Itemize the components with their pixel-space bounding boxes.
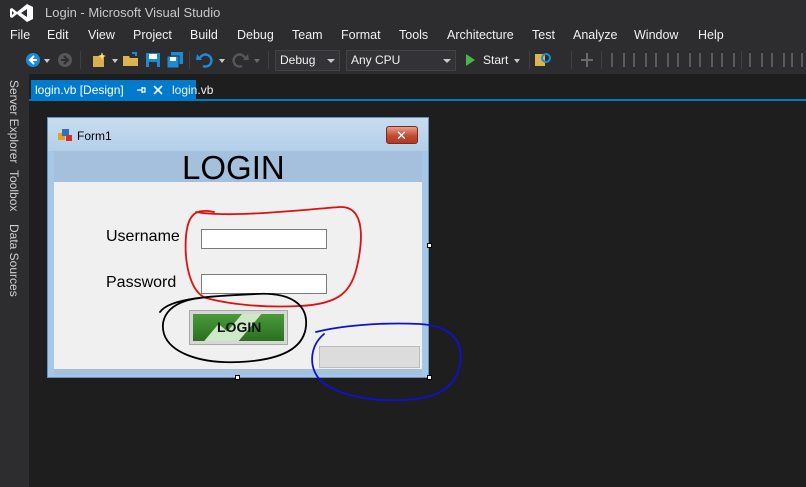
toolbar-separator: [571, 51, 572, 69]
toolbar-separator: [741, 51, 742, 69]
toolbar-separator: [189, 51, 190, 69]
form-title-bar: Form1 ✕: [48, 118, 428, 151]
toolbar-separator: [601, 51, 602, 69]
menu-team[interactable]: Team: [292, 28, 323, 42]
solution-configuration-value: Debug: [280, 53, 316, 67]
password-field[interactable]: [201, 274, 327, 294]
forward-icon[interactable]: [56, 51, 74, 69]
form-close-button[interactable]: ✕: [386, 126, 418, 144]
play-icon: [466, 54, 475, 66]
align-bottom-icon[interactable]: [721, 53, 735, 67]
open-file-icon[interactable]: [122, 51, 140, 69]
undo-icon[interactable]: [196, 51, 214, 69]
chevron-down-icon: [443, 59, 451, 63]
redo-dropdown-icon[interactable]: [254, 59, 260, 63]
visual-studio-logo-icon: [10, 4, 33, 22]
resize-handle-right[interactable]: [427, 243, 432, 248]
form-app-icon: [58, 129, 72, 141]
resize-handle-corner[interactable]: [427, 375, 432, 380]
login-button-label: LOGIN: [217, 319, 262, 335]
unassigned-textbox[interactable]: [319, 346, 420, 368]
solution-configuration-select[interactable]: Debug: [275, 50, 340, 71]
menu-bar: File Edit View Project Build Debug Team …: [0, 26, 806, 46]
toolbar-separator: [268, 51, 269, 69]
menu-test[interactable]: Test: [532, 28, 555, 42]
pin-icon[interactable]: [135, 84, 147, 96]
new-project-icon[interactable]: [90, 51, 108, 69]
menu-project[interactable]: Project: [133, 28, 172, 42]
login-button[interactable]: LOGIN: [189, 310, 288, 345]
new-dropdown-icon[interactable]: [112, 59, 118, 63]
username-field[interactable]: [201, 229, 327, 249]
resize-handle-bottom[interactable]: [235, 375, 240, 380]
side-tab-data-sources[interactable]: Data Sources: [7, 224, 21, 297]
tab-strip-underline: [29, 99, 806, 101]
form1-window[interactable]: Form1 ✕ LOGIN Username Password LOGIN: [47, 117, 429, 378]
solution-platform-select[interactable]: Any CPU: [346, 50, 456, 71]
close-icon: ✕: [396, 128, 407, 143]
title-bar: Login - Microsoft Visual Studio: [0, 0, 806, 26]
form-client-area: LOGIN Username Password LOGIN: [54, 149, 422, 369]
find-in-files-icon[interactable]: [534, 51, 552, 69]
make-same-width-icon[interactable]: [749, 53, 763, 67]
menu-tools[interactable]: Tools: [399, 28, 428, 42]
form-title: Form1: [77, 129, 112, 143]
align-middle-icon[interactable]: [699, 53, 713, 67]
chevron-down-icon: [514, 59, 520, 63]
menu-file[interactable]: File: [10, 28, 30, 42]
redo-icon[interactable]: [231, 51, 249, 69]
make-same-height-icon[interactable]: [771, 53, 785, 67]
login-button-face: LOGIN: [193, 314, 284, 341]
menu-window[interactable]: Window: [634, 28, 678, 42]
close-icon[interactable]: [151, 83, 165, 97]
align-center-icon[interactable]: [633, 53, 647, 67]
align-grid-icon[interactable]: [578, 51, 596, 69]
save-all-icon[interactable]: [166, 51, 184, 69]
side-tab-server-explorer[interactable]: Server Explorer: [7, 80, 21, 163]
password-label: Password: [106, 274, 177, 291]
menu-build[interactable]: Build: [190, 28, 218, 42]
back-dropdown-icon[interactable]: [44, 59, 50, 63]
align-right-icon[interactable]: [655, 53, 669, 67]
login-heading: LOGIN: [182, 149, 285, 186]
start-debugging-button[interactable]: Start: [462, 51, 526, 70]
undo-dropdown-icon[interactable]: [219, 59, 225, 63]
toolbar-separator: [529, 51, 530, 69]
menu-format[interactable]: Format: [341, 28, 381, 42]
align-top-icon[interactable]: [677, 53, 691, 67]
save-icon[interactable]: [144, 51, 162, 69]
tab-login-vb[interactable]: login.vb: [172, 83, 213, 97]
document-tab-strip: login.vb [Design] login.vb: [29, 80, 806, 101]
standard-toolbar: Debug Any CPU Start: [0, 46, 806, 74]
window-title: Login - Microsoft Visual Studio: [45, 5, 221, 20]
side-tab-toolbox[interactable]: Toolbox: [7, 170, 21, 211]
make-same-size-icon[interactable]: [791, 53, 803, 67]
back-icon[interactable]: [24, 51, 42, 69]
menu-edit[interactable]: Edit: [47, 28, 69, 42]
side-tool-window-bar: Server Explorer Toolbox Data Sources: [0, 74, 29, 487]
menu-view[interactable]: View: [88, 28, 115, 42]
chevron-down-icon: [327, 59, 335, 63]
menu-debug[interactable]: Debug: [237, 28, 274, 42]
header-panel: LOGIN: [54, 149, 422, 186]
solution-platform-value: Any CPU: [351, 53, 401, 67]
menu-help[interactable]: Help: [698, 28, 724, 42]
align-left-icon[interactable]: [611, 53, 625, 67]
tab-label: login.vb [Design]: [35, 83, 124, 97]
menu-analyze[interactable]: Analyze: [573, 28, 617, 42]
menu-architecture[interactable]: Architecture: [447, 28, 514, 42]
start-button-label: Start: [483, 53, 509, 67]
username-label: Username: [106, 228, 180, 245]
toolbar-separator: [80, 51, 81, 69]
